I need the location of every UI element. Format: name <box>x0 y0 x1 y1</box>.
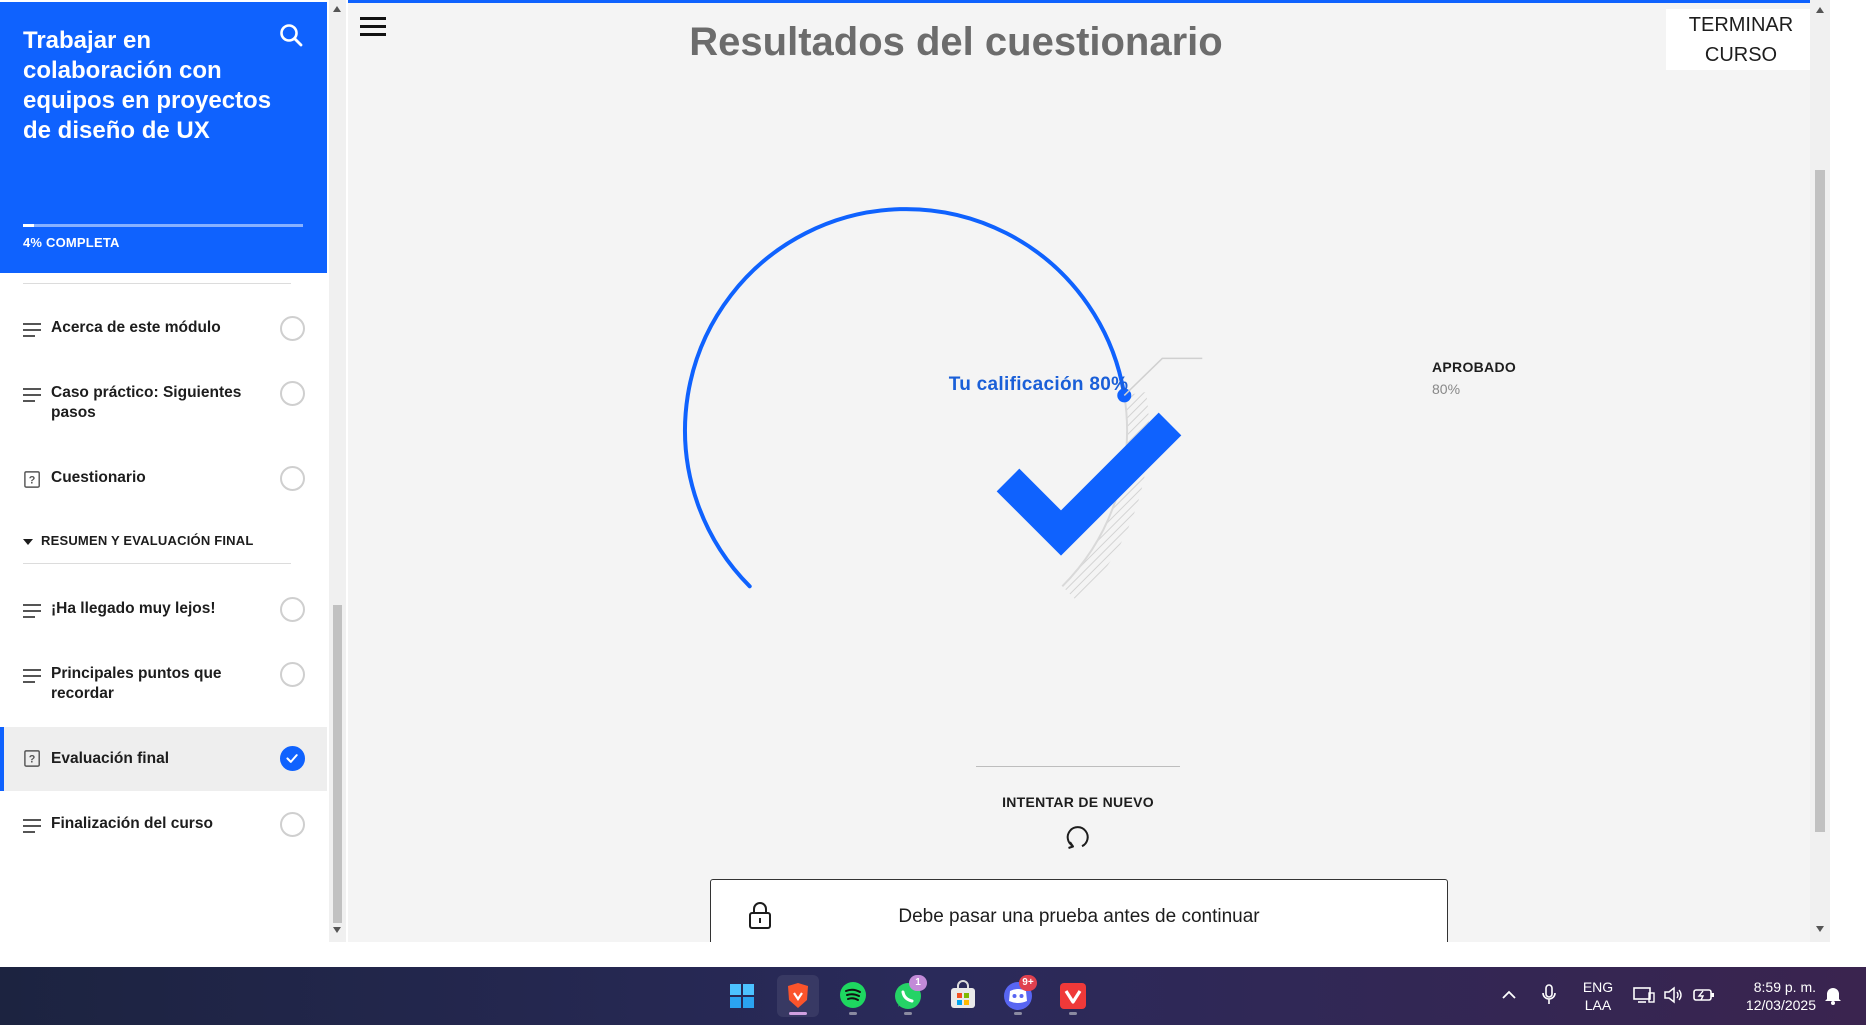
lesson-label: Principales puntos que recordar <box>51 665 222 702</box>
notifications-icon[interactable] <box>1822 984 1844 1006</box>
course-title: Trabajar en colaboración con equipos en … <box>23 27 272 144</box>
check-circle-icon <box>280 746 305 771</box>
show-hidden-icons-chevron-icon[interactable] <box>1500 988 1518 1002</box>
notification-badge: 9+ <box>1019 975 1037 991</box>
lang-line1: ENG <box>1582 979 1614 995</box>
taskbar-brave[interactable] <box>777 975 819 1017</box>
retry-button[interactable]: INTENTAR DE NUEVO <box>928 794 1228 810</box>
taskbar-microsoft-store[interactable] <box>942 975 984 1017</box>
vivaldi-icon <box>1060 983 1086 1009</box>
lines-icon <box>23 323 41 337</box>
brave-browser-icon <box>788 983 808 1008</box>
network-icon[interactable] <box>1632 985 1656 1005</box>
course-header: Trabajar en colaboración con equipos en … <box>0 2 327 273</box>
scroll-up-arrow-icon[interactable] <box>333 6 341 12</box>
main-scrollbar[interactable] <box>1810 0 1830 942</box>
windows-start-icon <box>730 984 754 1008</box>
main-scroll-thumb[interactable] <box>1815 170 1825 832</box>
section-title: RESUMEN Y EVALUACIÓN FINAL <box>41 533 254 548</box>
lesson-item-cuestionario[interactable]: ? Cuestionario <box>0 466 327 498</box>
section-header-resumen[interactable]: RESUMEN Y EVALUACIÓN FINAL <box>23 533 254 548</box>
windows-start-button[interactable] <box>721 975 763 1017</box>
taskbar-discord[interactable]: 9+ <box>997 975 1039 1017</box>
lesson-label: Finalización del curso <box>51 815 213 832</box>
caret-down-icon <box>23 538 33 545</box>
scroll-down-arrow-icon[interactable] <box>1816 926 1824 932</box>
locked-continue-notice: Debe pasar una prueba antes de continuar <box>710 879 1448 942</box>
incomplete-circle-icon <box>280 381 305 406</box>
keyboard-language[interactable]: ENG LAA <box>1577 978 1619 1014</box>
big-check-icon <box>996 412 1182 556</box>
svg-text:?: ? <box>29 475 36 487</box>
incomplete-circle-icon <box>280 316 305 341</box>
clock-date: 12/03/2025 <box>1745 997 1816 1013</box>
lesson-item-principales-puntos[interactable]: Principales puntos que recordar <box>0 662 327 709</box>
active-indicator <box>789 1012 807 1015</box>
svg-text:?: ? <box>29 754 36 766</box>
lesson-item-finalizacion[interactable]: Finalización del curso <box>0 812 327 844</box>
score-label: Tu calificación 80% <box>948 374 1129 395</box>
quiz-icon: ? <box>24 750 40 767</box>
lesson-item-ha-llegado[interactable]: ¡Ha llegado muy lejos! <box>0 597 327 629</box>
taskbar-spotify[interactable] <box>832 975 874 1017</box>
search-icon[interactable] <box>278 22 304 48</box>
lines-icon <box>23 604 41 618</box>
divider <box>23 283 291 284</box>
running-indicator <box>904 1012 912 1015</box>
running-indicator <box>1014 1012 1022 1015</box>
lesson-item-caso-practico[interactable]: Caso práctico: Siguientes pasos <box>0 381 327 428</box>
battery-charging-icon[interactable] <box>1692 985 1716 1005</box>
retry-icon[interactable] <box>1064 823 1092 851</box>
quiz-icon: ? <box>24 471 40 488</box>
course-progress-label: 4% COMPLETA <box>23 235 120 250</box>
taskbar-vivaldi[interactable] <box>1052 975 1094 1017</box>
divider <box>976 766 1180 767</box>
lines-icon <box>23 388 41 402</box>
lesson-item-acerca[interactable]: Acerca de este módulo <box>0 316 327 348</box>
lesson-label: ¡Ha llegado muy lejos! <box>51 600 216 617</box>
lesson-label: Cuestionario <box>51 469 146 486</box>
lines-icon <box>23 819 41 833</box>
scroll-down-arrow-icon[interactable] <box>333 927 341 933</box>
incomplete-circle-icon <box>280 812 305 837</box>
pass-label: APROBADO <box>1432 359 1517 375</box>
incomplete-circle-icon <box>280 662 305 687</box>
course-sidebar: Trabajar en colaboración con equipos en … <box>0 0 327 942</box>
windows-taskbar: 1 9+ ENG LAA 8:59 p. m. 12/03/2025 <box>0 967 1866 1025</box>
course-progress-fill <box>23 224 35 227</box>
lang-line2: LAA <box>1584 997 1612 1013</box>
sidebar-scroll-thumb[interactable] <box>333 605 342 923</box>
lesson-label: Acerca de este módulo <box>51 319 221 336</box>
incomplete-circle-icon <box>280 597 305 622</box>
microphone-icon[interactable] <box>1541 983 1557 1007</box>
taskbar-whatsapp[interactable]: 1 <box>887 975 929 1017</box>
microsoft-store-icon <box>951 980 975 1008</box>
running-indicator <box>1069 1012 1077 1015</box>
spotify-icon <box>840 982 866 1008</box>
sidebar-scrollbar[interactable] <box>329 0 346 942</box>
lesson-item-evaluacion-final[interactable]: ? Evaluación final <box>0 727 327 791</box>
lesson-label: Evaluación final <box>51 750 170 767</box>
locked-message: Debe pasar una prueba antes de continuar <box>898 906 1260 927</box>
lines-icon <box>23 669 41 683</box>
lesson-label: Caso práctico: Siguientes pasos <box>51 384 242 421</box>
course-progress-bar <box>23 224 303 227</box>
quiz-results-panel: Resultados del cuestionario TERMINAR CUR… <box>348 0 1830 942</box>
clock-time: 8:59 p. m. <box>1753 979 1816 995</box>
clock[interactable]: 8:59 p. m. 12/03/2025 <box>1726 978 1816 1014</box>
volume-icon[interactable] <box>1662 985 1684 1005</box>
notification-badge: 1 <box>909 975 927 991</box>
divider <box>23 563 291 564</box>
pass-value: 80% <box>1432 381 1461 397</box>
running-indicator <box>849 1012 857 1015</box>
incomplete-circle-icon <box>280 466 305 491</box>
scroll-up-arrow-icon[interactable] <box>1816 7 1824 13</box>
